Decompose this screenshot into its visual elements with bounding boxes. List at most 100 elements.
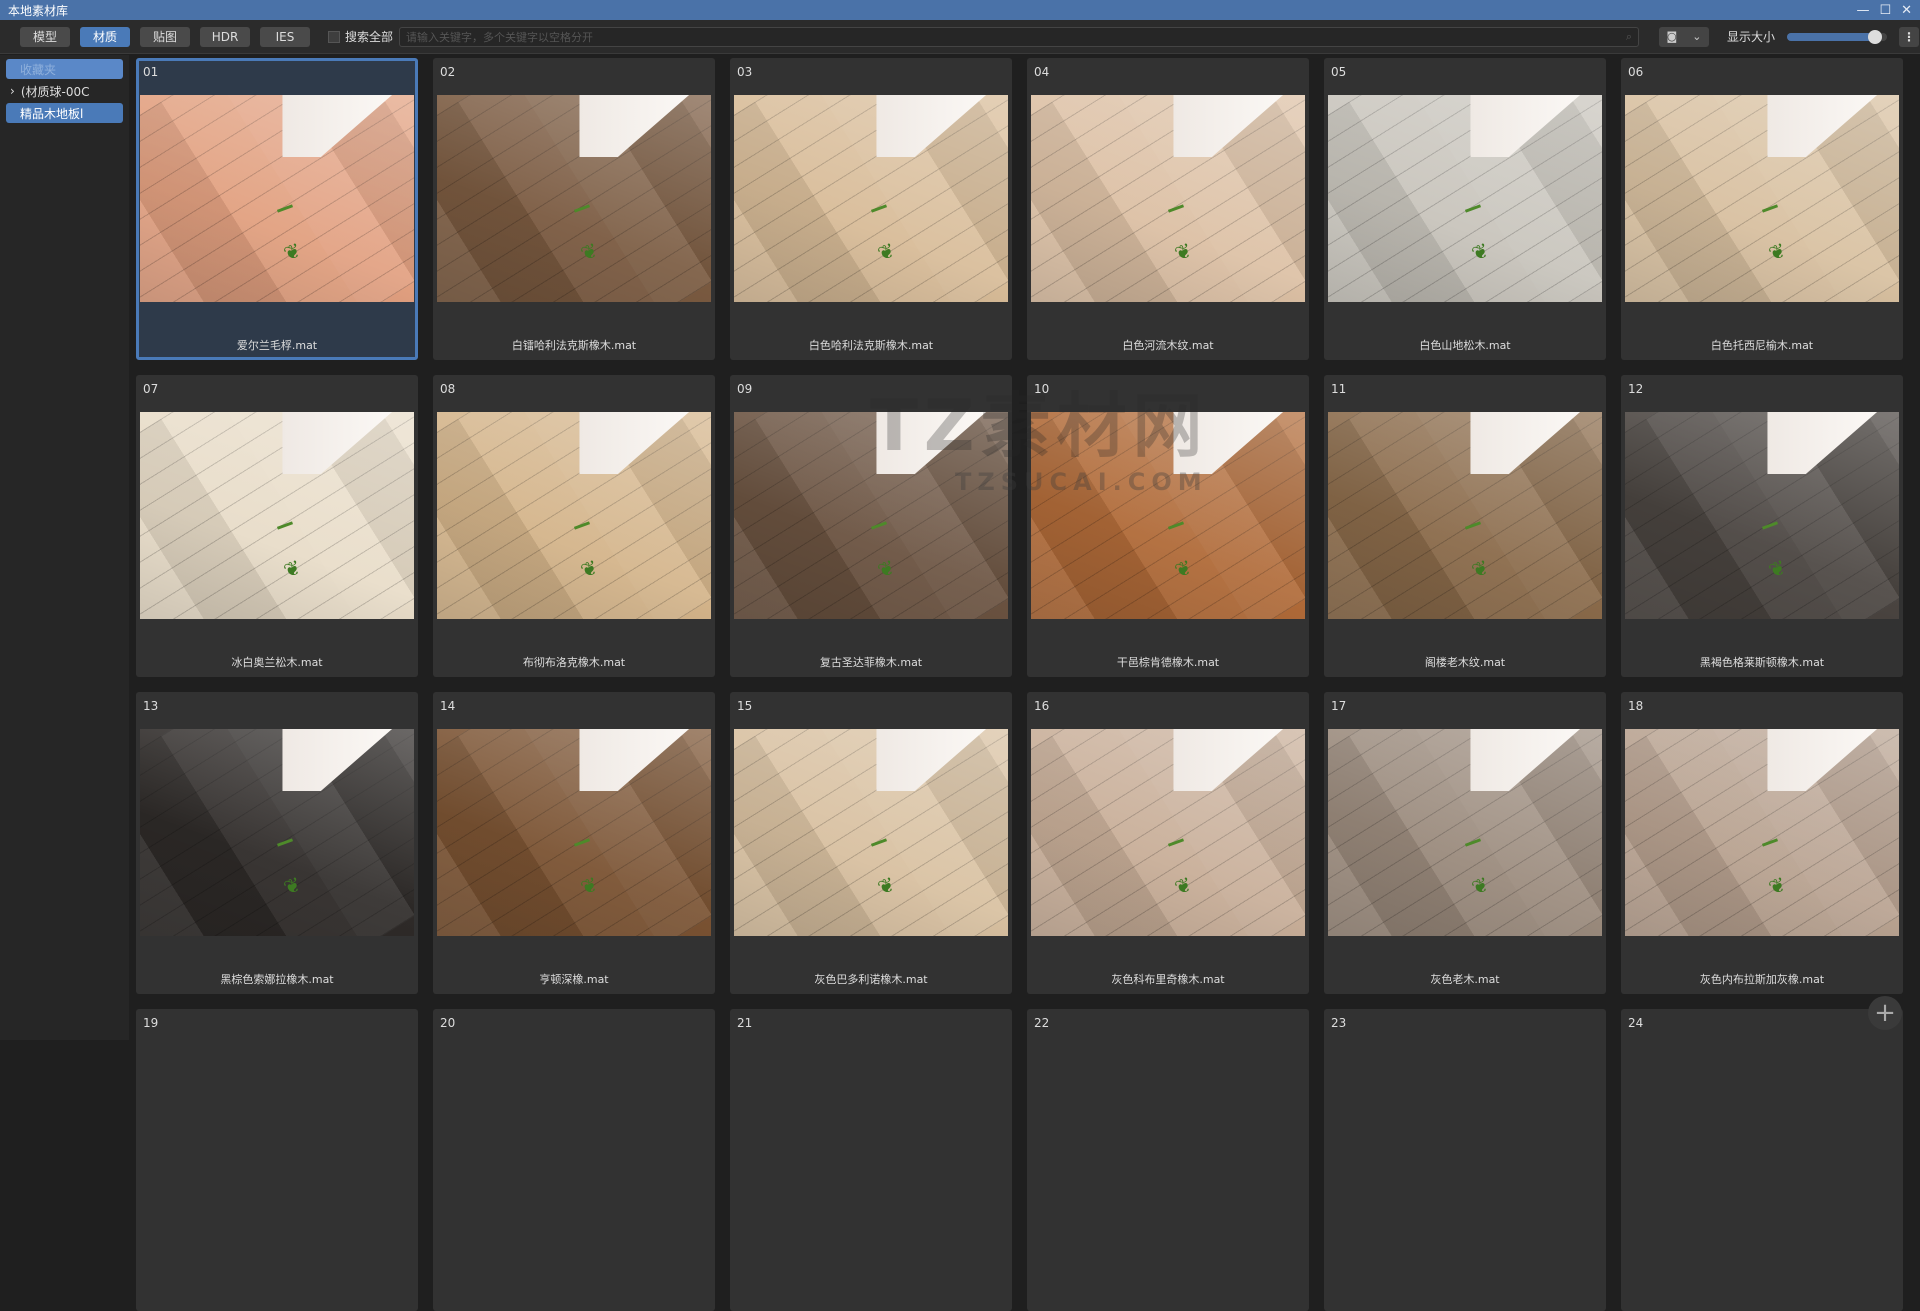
material-card[interactable]: 03 ❦ 白色哈利法克斯橡木.mat [730, 58, 1012, 360]
material-card[interactable]: 18 ❦ 灰色内布拉斯加灰橡.mat [1621, 692, 1903, 994]
search-all-checkbox[interactable] [328, 30, 340, 43]
material-card[interactable]: 10 ❦ 干邑棕肯德橡木.mat [1027, 375, 1309, 677]
material-name: 黑棕色索娜拉橡木.mat [220, 973, 334, 986]
light-gradient [1328, 412, 1602, 619]
search-placeholder: 请输入关键字，多个关键字以空格分开 [406, 30, 594, 44]
material-name: 阁楼老木纹.mat [1424, 656, 1506, 669]
more-icon: ⋮ [1903, 29, 1916, 44]
material-thumbnail: ❦ [140, 729, 414, 936]
material-name: 灰色巴多利诺橡木.mat [814, 973, 928, 986]
card-number: 01 [143, 65, 159, 79]
maximize-icon[interactable]: ☐ [1879, 3, 1891, 18]
card-number: 17 [1331, 699, 1347, 713]
material-name: 白色托西尼榆木.mat [1710, 339, 1814, 352]
material-card[interactable]: 14 ❦ 亨顿深橡.mat [433, 692, 715, 994]
close-icon[interactable]: ✕ [1901, 3, 1912, 18]
light-gradient [140, 729, 414, 936]
material-thumbnail: ❦ [1031, 729, 1305, 936]
material-card[interactable]: 16 ❦ 灰色科布里奇橡木.mat [1027, 692, 1309, 994]
material-card[interactable]: 02 ❦ 白镭哈利法克斯橡木.mat [433, 58, 715, 360]
material-card[interactable]: 20 [433, 1009, 715, 1311]
material-thumbnail: ❦ [1031, 95, 1305, 302]
material-card[interactable]: 07 ❦ 冰白奥兰松木.mat [136, 375, 418, 677]
material-name: 爱尔兰毛桴.mat [236, 339, 318, 352]
tab-texture[interactable]: 贴图 [140, 26, 190, 47]
material-card[interactable]: 09 ❦ 复古圣达菲橡木.mat [730, 375, 1012, 677]
material-name: 白色河流木纹.mat [1122, 339, 1214, 352]
expand-arrow-icon[interactable]: › [10, 84, 15, 98]
card-number: 06 [1628, 65, 1644, 79]
light-gradient [1031, 729, 1305, 936]
card-number: 24 [1628, 1016, 1644, 1030]
card-number: 23 [1331, 1016, 1347, 1030]
light-gradient [1625, 95, 1899, 302]
add-button[interactable]: + [1868, 996, 1902, 1030]
card-number: 13 [143, 699, 159, 713]
light-gradient [1328, 95, 1602, 302]
card-number: 10 [1034, 382, 1050, 396]
material-thumbnail: ❦ [1625, 729, 1899, 936]
tab-material[interactable]: 材质 [80, 26, 130, 47]
display-size-slider[interactable] [1787, 29, 1888, 44]
material-card[interactable]: 04 ❦ 白色河流木纹.mat [1027, 58, 1309, 360]
screenshot-button[interactable]: ◙ ⌄ [1659, 26, 1710, 47]
material-card[interactable]: 24 [1621, 1009, 1903, 1311]
card-number: 20 [440, 1016, 456, 1030]
card-number: 21 [737, 1016, 753, 1030]
card-number: 08 [440, 382, 456, 396]
light-gradient [734, 412, 1008, 619]
sidebar-favorites[interactable]: 收藏夹 [6, 59, 123, 79]
tab-hdr[interactable]: HDR [200, 26, 250, 47]
sidebar-selected-folder[interactable]: 精品木地板l [6, 103, 123, 123]
material-thumbnail: ❦ [140, 95, 414, 302]
card-number: 16 [1034, 699, 1050, 713]
material-card[interactable]: 17 ❦ 灰色老木.mat [1324, 692, 1606, 994]
material-name: 布彻布洛克橡木.mat [522, 656, 626, 669]
material-card[interactable]: 08 ❦ 布彻布洛克橡木.mat [433, 375, 715, 677]
card-number: 05 [1331, 65, 1347, 79]
material-card[interactable]: 12 ❦ 黑褐色格莱斯顿橡木.mat [1621, 375, 1903, 677]
material-thumbnail: ❦ [1625, 412, 1899, 619]
material-name: 白镭哈利法克斯橡木.mat [511, 339, 637, 352]
material-card[interactable]: 06 ❦ 白色托西尼榆木.mat [1621, 58, 1903, 360]
light-gradient [1031, 95, 1305, 302]
material-thumbnail: ❦ [1625, 95, 1899, 302]
slider-handle[interactable] [1868, 29, 1883, 44]
material-card[interactable]: 22 [1027, 1009, 1309, 1311]
plus-icon: + [1874, 998, 1896, 1028]
window-title: 本地素材库 [8, 3, 69, 18]
title-bar: 本地素材库 — ☐ ✕ [0, 0, 1920, 20]
card-number: 11 [1331, 382, 1347, 396]
chevron-down-icon[interactable]: ⌄ [1692, 30, 1701, 43]
material-thumbnail: ❦ [437, 95, 711, 302]
watermark-url: TZSUCAI.COM [955, 468, 1208, 496]
light-gradient [437, 95, 711, 302]
material-card[interactable]: 11 ❦ 阁楼老木纹.mat [1324, 375, 1606, 677]
camera-icon: ◙ [1666, 30, 1678, 43]
tree-item-label: (材质球-00C [20, 84, 90, 99]
tab-ies[interactable]: IES [260, 26, 310, 47]
material-card[interactable]: 13 ❦ 黑棕色索娜拉橡木.mat [136, 692, 418, 994]
tab-model[interactable]: 模型 [20, 26, 70, 47]
sidebar-tree-item[interactable]: › (材质球-00C [6, 81, 123, 101]
light-gradient [1625, 729, 1899, 936]
minimize-icon[interactable]: — [1856, 3, 1869, 18]
material-card[interactable]: 23 [1324, 1009, 1606, 1311]
card-number: 19 [143, 1016, 159, 1030]
card-number: 04 [1034, 65, 1050, 79]
material-card[interactable]: 01 ❦ 爱尔兰毛桴.mat [136, 58, 418, 360]
more-button[interactable]: ⋮ [1899, 26, 1920, 47]
display-size-label: 显示大小 [1727, 30, 1776, 44]
material-card[interactable]: 21 [730, 1009, 1012, 1311]
light-gradient [1328, 729, 1602, 936]
light-gradient [437, 729, 711, 936]
search-input[interactable]: 请输入关键字，多个关键字以空格分开 ⌕ [399, 26, 1640, 47]
search-icon[interactable]: ⌕ [1626, 30, 1632, 44]
material-thumbnail: ❦ [734, 729, 1008, 936]
material-card[interactable]: 19 [136, 1009, 418, 1311]
material-name: 冰白奥兰松木.mat [231, 656, 323, 669]
material-card[interactable]: 05 ❦ 白色山地松木.mat [1324, 58, 1606, 360]
material-name: 灰色内布拉斯加灰橡.mat [1699, 973, 1825, 986]
material-card[interactable]: 15 ❦ 灰色巴多利诺橡木.mat [730, 692, 1012, 994]
material-name: 亨顿深橡.mat [539, 973, 609, 986]
